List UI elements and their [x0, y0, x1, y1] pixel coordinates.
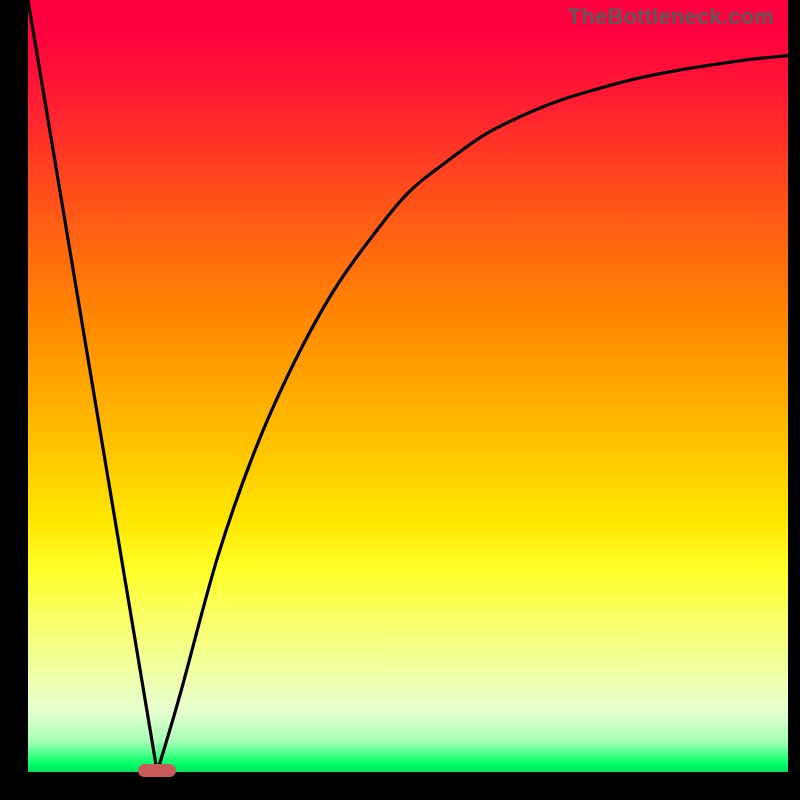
curve-layer — [28, 0, 788, 772]
bottleneck-marker — [138, 764, 176, 777]
right-branch-path — [157, 56, 788, 772]
plot-area: TheBottleneck.com — [28, 0, 788, 772]
chart-frame: TheBottleneck.com — [0, 0, 800, 800]
left-branch-path — [28, 0, 157, 772]
